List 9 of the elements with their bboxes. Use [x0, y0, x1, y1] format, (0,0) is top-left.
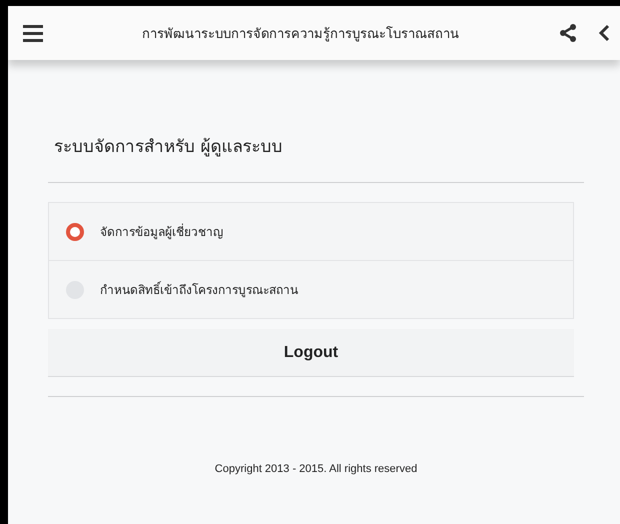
- menu-label: จัดการข้อมูลผู้เชี่ยวชาญ: [100, 222, 223, 241]
- share-icon[interactable]: [558, 23, 578, 43]
- app-title: การพัฒนาระบบการจัดการความรู้การบูรณะโบราณสถาน: [141, 25, 460, 44]
- menu-label: กำหนดสิทธิ์เข้าถึงโครงการบูรณะสถาน: [100, 280, 298, 299]
- copyright-text: Copyright 2013 - 2015. All rights reserved: [214, 463, 418, 475]
- page-heading: ระบบจัดการสำหรับ ผู้ดูแลระบบ: [53, 136, 284, 159]
- menu-icon[interactable]: [23, 24, 43, 42]
- logout-button[interactable]: Logout: [48, 329, 574, 377]
- back-icon[interactable]: [598, 24, 610, 42]
